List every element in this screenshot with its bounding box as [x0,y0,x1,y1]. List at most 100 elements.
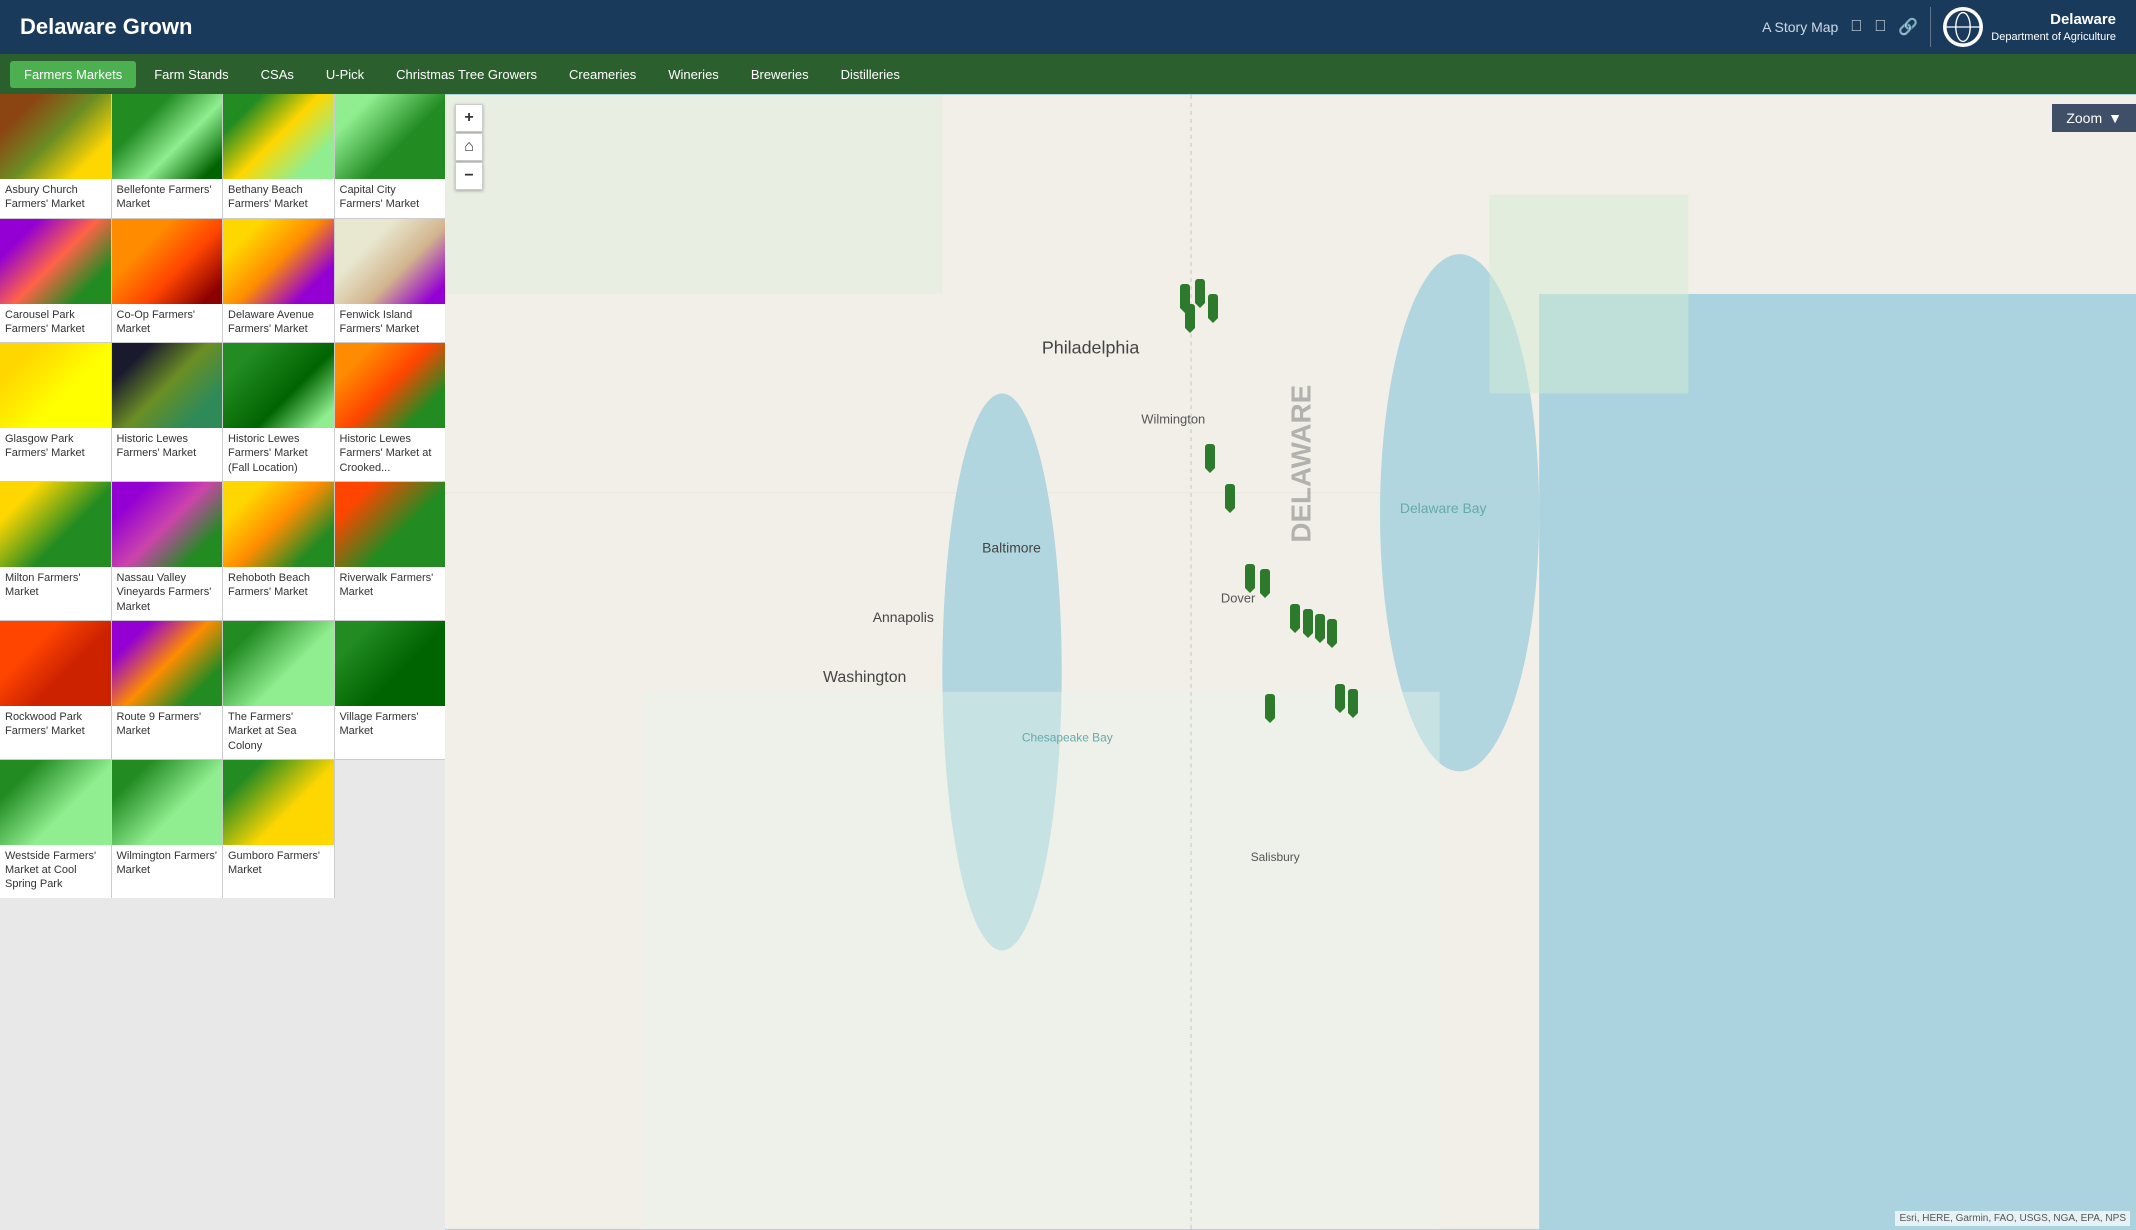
market-label: The Farmers' Market at Sea Colony [223,706,334,759]
map-marker[interactable] [1205,444,1215,468]
market-label: Nassau Valley Vineyards Farmers' Market [112,567,223,620]
facebook-icon[interactable]:  [1850,18,1862,36]
list-item[interactable]: The Farmers' Market at Sea Colony [223,621,334,759]
tab-csas[interactable]: CSAs [247,61,308,88]
market-thumbnail [335,219,446,304]
tab-breweries[interactable]: Breweries [737,61,823,88]
market-thumbnail [335,621,446,706]
list-item[interactable]: Gumboro Farmers' Market [223,760,334,898]
list-item[interactable]: Asbury Church Farmers' Market [0,94,111,218]
market-thumbnail [0,482,111,567]
svg-text:Philadelphia: Philadelphia [1042,338,1140,358]
market-label: Village Farmers' Market [335,706,446,745]
list-item[interactable]: Glasgow Park Farmers' Market [0,343,111,481]
list-item[interactable]: Carousel Park Farmers' Market [0,219,111,343]
market-label: Rockwood Park Farmers' Market [0,706,111,745]
map-marker[interactable] [1303,609,1313,633]
tab-christmas-tree-growers[interactable]: Christmas Tree Growers [382,61,551,88]
list-item[interactable]: Fenwick Island Farmers' Market [335,219,446,343]
main-content: Asbury Church Farmers' Market Bellefonte… [0,94,2136,1230]
map-marker[interactable] [1195,279,1205,303]
market-grid: Asbury Church Farmers' Market Bellefonte… [0,94,445,898]
list-item[interactable]: Co-Op Farmers' Market [112,219,223,343]
market-thumbnail [0,343,111,428]
dept-logo-circle [1943,7,1983,47]
list-item[interactable]: Route 9 Farmers' Market [112,621,223,759]
market-label: Riverwalk Farmers' Market [335,567,446,606]
home-button[interactable]: ⌂ [455,133,483,161]
market-thumbnail [335,343,446,428]
list-item[interactable]: Bellefonte Farmers' Market [112,94,223,218]
map-marker[interactable] [1265,694,1275,718]
map-marker[interactable] [1225,484,1235,508]
tab-wineries[interactable]: Wineries [654,61,733,88]
list-item[interactable]: Wilmington Farmers' Market [112,760,223,898]
svg-text:Annapolis: Annapolis [873,609,934,625]
list-item[interactable]: Bethany Beach Farmers' Market [223,94,334,218]
market-label: Historic Lewes Farmers' Market at Crooke… [335,428,446,481]
list-item[interactable]: Rehoboth Beach Farmers' Market [223,482,334,620]
market-label: Bellefonte Farmers' Market [112,179,223,218]
list-item[interactable]: Nassau Valley Vineyards Farmers' Market [112,482,223,620]
market-thumbnail [0,219,111,304]
link-icon[interactable]: 🔗 [1898,17,1918,37]
map-marker[interactable] [1335,684,1345,708]
map-marker[interactable] [1290,604,1300,628]
market-label: Historic Lewes Farmers' Market (Fall Loc… [223,428,334,481]
map-marker[interactable] [1245,564,1255,588]
list-item [335,760,446,898]
market-label: Carousel Park Farmers' Market [0,304,111,343]
svg-text:Baltimore: Baltimore [982,540,1041,556]
app-title: Delaware Grown [20,14,192,40]
list-item[interactable]: Historic Lewes Farmers' Market at Crooke… [335,343,446,481]
svg-text:Delaware Bay: Delaware Bay [1400,500,1487,516]
list-item[interactable]: Westside Farmers' Market at Cool Spring … [0,760,111,898]
market-label: Bethany Beach Farmers' Market [223,179,334,218]
list-item[interactable]: Rockwood Park Farmers' Market [0,621,111,759]
tab-farm-stands[interactable]: Farm Stands [140,61,242,88]
market-label: Fenwick Island Farmers' Market [335,304,446,343]
tab-u-pick[interactable]: U-Pick [312,61,378,88]
market-label: Gumboro Farmers' Market [223,845,334,884]
list-item[interactable]: Riverwalk Farmers' Market [335,482,446,620]
market-thumbnail [112,343,223,428]
zoom-label[interactable]: Zoom ▼ [2052,104,2136,132]
zoom-out-button[interactable]: − [455,162,483,190]
list-item[interactable]: Delaware Avenue Farmers' Market [223,219,334,343]
list-item[interactable]: Capital City Farmers' Market [335,94,446,218]
dept-name: Delaware Department of Agriculture [1991,10,2116,44]
market-label: Delaware Avenue Farmers' Market [223,304,334,343]
market-thumbnail [112,219,223,304]
svg-text:Chesapeake Bay: Chesapeake Bay [1022,731,1113,745]
svg-text:Washington: Washington [823,669,906,686]
map-marker[interactable] [1315,614,1325,638]
list-item[interactable]: Milton Farmers' Market [0,482,111,620]
market-thumbnail [335,94,446,179]
map-marker[interactable] [1185,304,1195,328]
map-controls: + ⌂ − [455,104,483,190]
list-item[interactable]: Historic Lewes Farmers' Market [112,343,223,481]
market-thumbnail [335,482,446,567]
map-area[interactable]: DELAWARE Philadelphia Baltimore Annapoli… [445,94,2136,1230]
market-thumbnail [0,621,111,706]
zoom-in-button[interactable]: + [455,104,483,132]
header-right: A Story Map   🔗 Delaware Department of… [1762,7,2116,47]
map-marker[interactable] [1208,294,1218,318]
tab-farmers-markets[interactable]: Farmers Markets [10,61,136,88]
story-map-label: A Story Map [1762,19,1838,35]
market-thumbnail [0,94,111,179]
map-marker[interactable] [1348,689,1358,713]
market-label: Capital City Farmers' Market [335,179,446,218]
list-item[interactable]: Historic Lewes Farmers' Market (Fall Loc… [223,343,334,481]
tab-creameries[interactable]: Creameries [555,61,650,88]
tab-distilleries[interactable]: Distilleries [827,61,914,88]
map-marker[interactable] [1260,569,1270,593]
sidebar: Asbury Church Farmers' Market Bellefonte… [0,94,445,1230]
map-marker[interactable] [1327,619,1337,643]
svg-text:Salisbury: Salisbury [1251,850,1300,864]
market-label: Wilmington Farmers' Market [112,845,223,884]
twitter-icon[interactable]:  [1874,18,1886,36]
nav-bar: Farmers Markets Farm Stands CSAs U-Pick … [0,54,2136,94]
list-item[interactable]: Village Farmers' Market [335,621,446,759]
market-label: Rehoboth Beach Farmers' Market [223,567,334,606]
